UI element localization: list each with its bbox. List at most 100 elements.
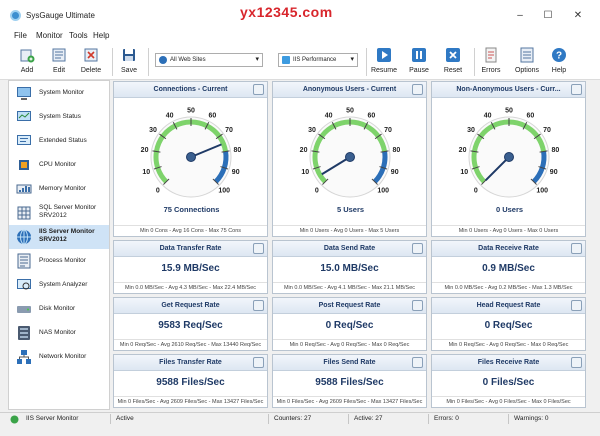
- tile-value: 0.9 MB/Sec: [482, 263, 535, 274]
- errors-button[interactable]: Errors: [474, 46, 508, 78]
- menu-monitor[interactable]: Monitor: [36, 31, 63, 40]
- sidebar-item-disk-monitor[interactable]: Disk Monitor: [9, 297, 109, 321]
- site-select[interactable]: All Web Sites ▾: [155, 53, 263, 67]
- tile-title: Head Request Rate: [432, 298, 585, 314]
- tile-title: Data Send Rate: [273, 241, 426, 257]
- watermark-text: yx12345.com: [240, 4, 333, 20]
- resume-button[interactable]: Resume: [367, 46, 401, 78]
- tile-value: 9583 Req/Sec: [158, 320, 223, 331]
- gauge-tick-label: 30: [308, 127, 316, 134]
- gauge-hub: [186, 152, 196, 162]
- disk-icon: [17, 306, 31, 313]
- gauge-tick-label: 30: [149, 127, 157, 134]
- tile-chart-button[interactable]: [253, 300, 264, 311]
- tile-chart-button[interactable]: [253, 243, 264, 254]
- tile-value: 0 Req/Sec: [484, 320, 533, 331]
- status-bar: IIS Server Monitor Active Counters: 27 A…: [0, 412, 600, 424]
- gauge-panel-anonymous-users: Anonymous Users - Current 0 10 20 30 40 50 60 7…: [272, 81, 427, 237]
- help-button[interactable]: ? Help: [542, 46, 576, 78]
- chevron-down-icon: ▾: [350, 56, 354, 63]
- gauge-tick-label: 40: [325, 113, 333, 120]
- sidebar-item-iis-server-monitor[interactable]: IIS Server Monitor SRV2012: [9, 225, 109, 249]
- gauge-tick-label: 60: [208, 113, 216, 120]
- gauge-footer: Min 0 Users - Avg 0 Users - Max 0 Users: [432, 225, 585, 236]
- gauge-tick-label: 20: [300, 147, 308, 154]
- help-icon: ?: [552, 48, 566, 62]
- gauge-tick-label: 40: [166, 113, 174, 120]
- tile-title: Files Send Rate: [273, 355, 426, 371]
- edit-icon: [52, 48, 66, 62]
- minimize-button[interactable]: –: [508, 8, 532, 24]
- tile-footer: Min 0.0 MB/Sec - Avg 4.1 MB/Sec - Max 21…: [273, 282, 426, 293]
- tile-chart-button[interactable]: [412, 243, 423, 254]
- monitor-icon: [282, 56, 290, 64]
- tile-chart-button[interactable]: [571, 357, 582, 368]
- gauge-tick-label: 50: [346, 108, 354, 115]
- tile-value: 0 Req/Sec: [325, 320, 374, 331]
- sidebar-item-cpu-monitor[interactable]: CPU Monitor: [9, 153, 109, 177]
- reset-button[interactable]: Reset: [436, 46, 470, 78]
- site-select-value: All Web Sites: [170, 57, 206, 63]
- sidebar-item-process-monitor[interactable]: Process Monitor: [9, 249, 109, 273]
- gauge-footer: Min 0 Cons - Avg 16 Cons - Max 75 Cons: [114, 225, 267, 236]
- tile-chart-button[interactable]: [412, 300, 423, 311]
- panel-menu-button[interactable]: [253, 84, 264, 95]
- window-title: SysGauge Ultimate: [26, 11, 95, 20]
- tile-chart-button[interactable]: [571, 300, 582, 311]
- sidebar-item-extended-status[interactable]: Extended Status: [9, 129, 109, 153]
- save-button[interactable]: Save: [112, 46, 146, 78]
- pause-button[interactable]: Pause: [402, 46, 436, 78]
- gauge-tick-label: 90: [550, 169, 558, 176]
- tile-head-request-rate: Head Request Rate 0 Req/Sec Min 0 Req/Se…: [431, 297, 586, 351]
- pause-icon: [412, 48, 426, 62]
- gauge-tick-label: 50: [505, 108, 513, 115]
- tile-chart-button[interactable]: [253, 357, 264, 368]
- cpu-icon: [19, 160, 29, 170]
- sidebar-item-sql-server-monitor[interactable]: SQL Server Monitor SRV2012: [9, 201, 109, 225]
- panel-menu-button[interactable]: [412, 84, 423, 95]
- panel-menu-button[interactable]: [571, 84, 582, 95]
- network-icon: [17, 350, 31, 364]
- sidebar-item-nas-monitor[interactable]: NAS Monitor: [9, 321, 109, 345]
- gauge-hub: [345, 152, 355, 162]
- gauge-tick-label: 60: [367, 113, 375, 120]
- close-button[interactable]: ✕: [566, 8, 590, 24]
- gauge-tick-label: 10: [460, 169, 468, 176]
- edit-button[interactable]: Edit: [42, 46, 76, 78]
- gauge-tick-label: 90: [391, 169, 399, 176]
- status-state: Active: [116, 415, 134, 422]
- menu-tools[interactable]: Tools: [69, 31, 88, 40]
- gauge-tick-label: 20: [141, 147, 149, 154]
- performance-select[interactable]: IIS Performance ▾: [278, 53, 358, 67]
- tile-chart-button[interactable]: [412, 357, 423, 368]
- sidebar-item-system-status[interactable]: System Status: [9, 105, 109, 129]
- sidebar-item-network-monitor[interactable]: Network Monitor: [9, 345, 109, 369]
- gauge-tick-label: 70: [384, 127, 392, 134]
- menu-file[interactable]: File: [14, 31, 27, 40]
- menu-help[interactable]: Help: [93, 31, 109, 40]
- gauge-tick-label: 100: [536, 188, 548, 195]
- tile-files-receive-rate: Files Receive Rate 0 Files/Sec Min 0 Fil…: [431, 354, 586, 408]
- sidebar-item-system-analyzer[interactable]: System Analyzer: [9, 273, 109, 297]
- add-button[interactable]: Add: [10, 46, 44, 78]
- delete-icon: [84, 48, 98, 62]
- tile-footer: Min 0 Req/Sec - Avg 0 Req/Sec - Max 0 Re…: [273, 339, 426, 350]
- tile-value: 9588 Files/Sec: [315, 377, 384, 388]
- performance-select-value: IIS Performance: [293, 57, 337, 63]
- tile-value: 9588 Files/Sec: [156, 377, 225, 388]
- tile-title: Files Receive Rate: [432, 355, 585, 371]
- options-button[interactable]: Options: [510, 46, 544, 78]
- delete-button[interactable]: Delete: [74, 46, 108, 78]
- extended-status-icon: [17, 135, 31, 145]
- tile-files-send-rate: Files Send Rate 9588 Files/Sec Min 0 Fil…: [272, 354, 427, 408]
- tile-footer: Min 0 Files/Sec - Avg 0 Files/Sec - Max …: [432, 396, 585, 407]
- gauge-tick-label: 40: [484, 113, 492, 120]
- maximize-button[interactable]: ☐: [536, 8, 560, 24]
- sidebar-label-iis-server: IIS Server Monitor SRV2012: [39, 228, 95, 243]
- sidebar-item-memory-monitor[interactable]: Memory Monitor: [9, 177, 109, 201]
- tile-data-receive-rate: Data Receive Rate 0.9 MB/Sec Min 0.0 MB/…: [431, 240, 586, 294]
- tile-chart-button[interactable]: [571, 243, 582, 254]
- sidebar-item-system-monitor[interactable]: System Monitor: [9, 81, 109, 105]
- tile-data-transfer-rate: Data Transfer Rate 15.9 MB/Sec Min 0.0 M…: [113, 240, 268, 294]
- status-active: Active: 27: [354, 415, 383, 422]
